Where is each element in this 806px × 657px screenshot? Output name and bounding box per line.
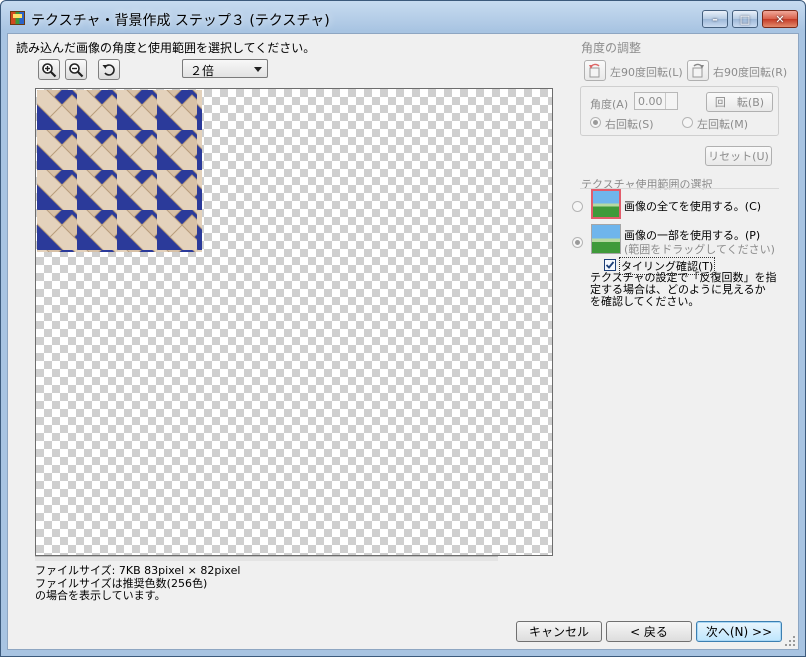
dialog-window: テクスチャ・背景作成 ステップ３ (テクスチャ) – □ ✕ 読み込んだ画像の角… — [0, 0, 806, 657]
counterclockwise-label: 左回転(M) — [697, 118, 749, 131]
use-all-radio[interactable] — [572, 201, 583, 212]
zoom-out-icon — [69, 62, 84, 77]
rotate-right-icon — [692, 63, 704, 77]
checkmark-icon — [605, 261, 615, 269]
close-icon: ✕ — [775, 12, 785, 26]
reset-button[interactable]: リセット(U) — [705, 146, 772, 166]
angle-input[interactable]: 0.00 — [634, 92, 678, 110]
rotate-right-label: 右90度回転(R) — [713, 66, 788, 79]
tiling-description-line-3: を確認してください。 — [590, 295, 700, 308]
minimize-icon: – — [712, 12, 718, 26]
maximize-button[interactable]: □ — [732, 10, 758, 28]
rotate-button[interactable]: 回 転(B) — [706, 92, 773, 112]
use-all-label[interactable]: 画像の全てを使用する。(C) — [624, 198, 761, 214]
dialog-client-area: 読み込んだ画像の角度と使用範囲を選択してください。 ２倍 ファイルサイズ: 7K… — [7, 33, 799, 650]
use-part-radio[interactable] — [572, 237, 583, 248]
rotate-right-button[interactable] — [687, 60, 709, 81]
angle-label: 角度(A) — [590, 98, 629, 111]
app-icon — [10, 11, 25, 25]
preview-scrollbar[interactable] — [35, 556, 498, 561]
angle-section-heading: 角度の調整 — [581, 41, 642, 55]
rotate-left-icon — [589, 63, 600, 77]
close-button[interactable]: ✕ — [762, 10, 798, 28]
texture-image — [37, 90, 202, 252]
cancel-button[interactable]: キャンセル — [516, 621, 602, 642]
zoom-in-icon — [42, 62, 57, 77]
minimize-button[interactable]: – — [702, 10, 728, 28]
next-button[interactable]: 次へ(N) >> — [696, 621, 782, 642]
angle-value: 0.00 — [638, 95, 663, 108]
back-button[interactable]: < 戻る — [606, 621, 692, 642]
counterclockwise-radio[interactable] — [682, 117, 693, 128]
tiling-checkbox[interactable] — [604, 259, 616, 271]
title-bar[interactable]: テクスチャ・背景作成 ステップ３ (テクスチャ) – □ ✕ — [1, 1, 805, 33]
resize-grip-icon[interactable] — [784, 635, 796, 647]
window-title: テクスチャ・背景作成 ステップ３ (テクスチャ) — [31, 13, 330, 29]
zoom-out-button[interactable] — [65, 59, 87, 80]
file-size-note-2: の場合を表示しています。 — [35, 589, 166, 602]
instruction-text: 読み込んだ画像の角度と使用範囲を選択してください。 — [16, 41, 316, 55]
zoom-select-value: ２倍 — [190, 64, 215, 78]
rotate-left-button[interactable] — [584, 60, 606, 81]
zoom-select[interactable]: ２倍 — [182, 59, 268, 78]
undo-button[interactable] — [98, 59, 120, 80]
image-preview-canvas[interactable] — [35, 88, 553, 556]
clockwise-radio[interactable] — [590, 117, 601, 128]
tiling-description: テクスチャの設定で「反復回数」を指 定する場合は、どのように見えるか を確認して… — [590, 272, 777, 308]
rotate-left-label: 左90度回転(L) — [610, 66, 683, 79]
undo-icon — [102, 63, 115, 76]
clockwise-label: 右回転(S) — [605, 118, 654, 131]
zoom-in-button[interactable] — [38, 59, 60, 80]
landscape-icon-partial — [591, 224, 621, 254]
angle-spinner[interactable] — [665, 93, 677, 109]
chevron-down-icon — [254, 67, 262, 72]
use-part-hint: (範囲をドラッグしてください) — [624, 243, 775, 256]
maximize-icon: □ — [739, 12, 751, 26]
landscape-icon — [591, 189, 621, 219]
